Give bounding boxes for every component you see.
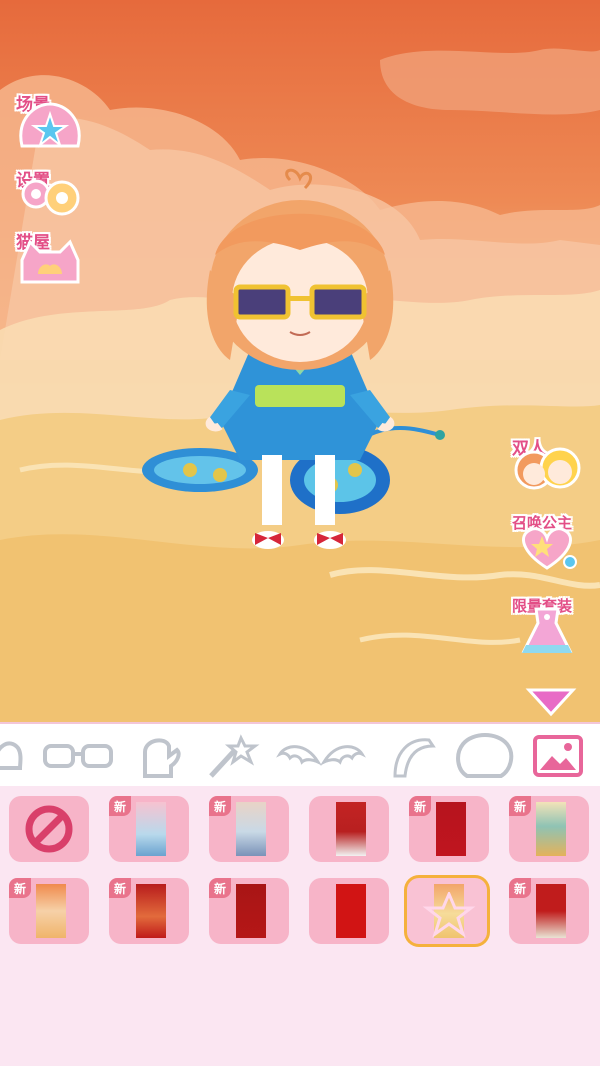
item-red-gold[interactable]: 新 <box>409 796 489 862</box>
hat-icon <box>0 741 23 770</box>
heart-summon-icon <box>522 527 577 570</box>
wand-tool[interactable] <box>202 730 262 782</box>
limited-outfit-button[interactable]: 限量套装 <box>512 597 573 653</box>
item-tray: 新 新 新 新 新 新 新 新 <box>0 786 600 1066</box>
item-thumbnail <box>536 802 566 856</box>
game-scene: 场景 设置 猫屋 双人 召唤公主 <box>0 0 600 722</box>
glasses-icon <box>43 744 113 768</box>
new-badge: 新 <box>209 796 231 816</box>
bubble-tool[interactable] <box>452 730 516 782</box>
item-red-sunset[interactable]: 新 <box>109 878 189 944</box>
item-thumbnail <box>336 802 366 856</box>
item-sunset-cloud[interactable]: 新 <box>9 878 89 944</box>
collapse-arrow-icon[interactable] <box>525 686 577 718</box>
two-dolls-icon <box>514 447 581 490</box>
wand-icon <box>209 734 260 778</box>
item-blossom[interactable]: 新 <box>109 796 189 862</box>
star-shell-icon <box>19 102 81 148</box>
summon-princess-button[interactable]: 召唤公主 <box>512 514 577 570</box>
item-red-crane[interactable]: 新 <box>509 878 589 944</box>
item-thumbnail <box>136 802 166 856</box>
category-toolbar <box>0 722 600 788</box>
new-badge: 新 <box>409 796 431 816</box>
tail-tool[interactable] <box>384 730 440 782</box>
tail-icon <box>393 738 436 778</box>
item-thumbnail <box>336 884 366 938</box>
hat-tool[interactable] <box>0 730 30 782</box>
gear-icon <box>21 179 80 216</box>
new-badge: 新 <box>209 878 231 898</box>
item-thumbnail <box>436 802 466 856</box>
cat-house-button[interactable]: 猫屋 <box>16 233 80 284</box>
item-thumbnail <box>36 884 66 938</box>
duo-button[interactable]: 双人 <box>512 439 581 490</box>
background-icon <box>533 735 583 777</box>
item-thumbnail <box>536 884 566 938</box>
glove-icon <box>143 738 181 778</box>
item-golden-sky[interactable] <box>407 878 487 944</box>
settings-button[interactable]: 设置 <box>16 171 80 216</box>
item-red-ornament[interactable]: 新 <box>209 878 289 944</box>
item-thumbnail <box>236 802 266 856</box>
item-thumbnail <box>236 884 266 938</box>
new-badge: 新 <box>509 796 531 816</box>
wings-tool[interactable] <box>276 730 366 782</box>
item-gold-mountain[interactable]: 新 <box>509 796 589 862</box>
dress-icon <box>521 607 573 653</box>
new-badge: 新 <box>109 796 131 816</box>
sunset-background <box>0 48 600 722</box>
item-snow-lake[interactable]: 新 <box>209 796 289 862</box>
bubble-icon <box>456 733 514 778</box>
new-badge: 新 <box>109 878 131 898</box>
no-entry-icon <box>25 805 73 853</box>
item-none[interactable] <box>9 796 89 862</box>
scene-button[interactable]: 场景 <box>16 95 81 148</box>
item-plain-red[interactable] <box>309 878 389 944</box>
selected-star-icon <box>422 892 476 938</box>
item-thumbnail <box>136 884 166 938</box>
new-badge: 新 <box>9 878 31 898</box>
background-tool[interactable] <box>530 730 586 782</box>
item-red-palace[interactable] <box>309 796 389 862</box>
wings-icon <box>276 745 366 766</box>
glasses-tool[interactable] <box>42 730 114 782</box>
cat-house-icon <box>20 239 80 284</box>
new-badge: 新 <box>509 878 531 898</box>
glove-tool[interactable] <box>132 730 188 782</box>
